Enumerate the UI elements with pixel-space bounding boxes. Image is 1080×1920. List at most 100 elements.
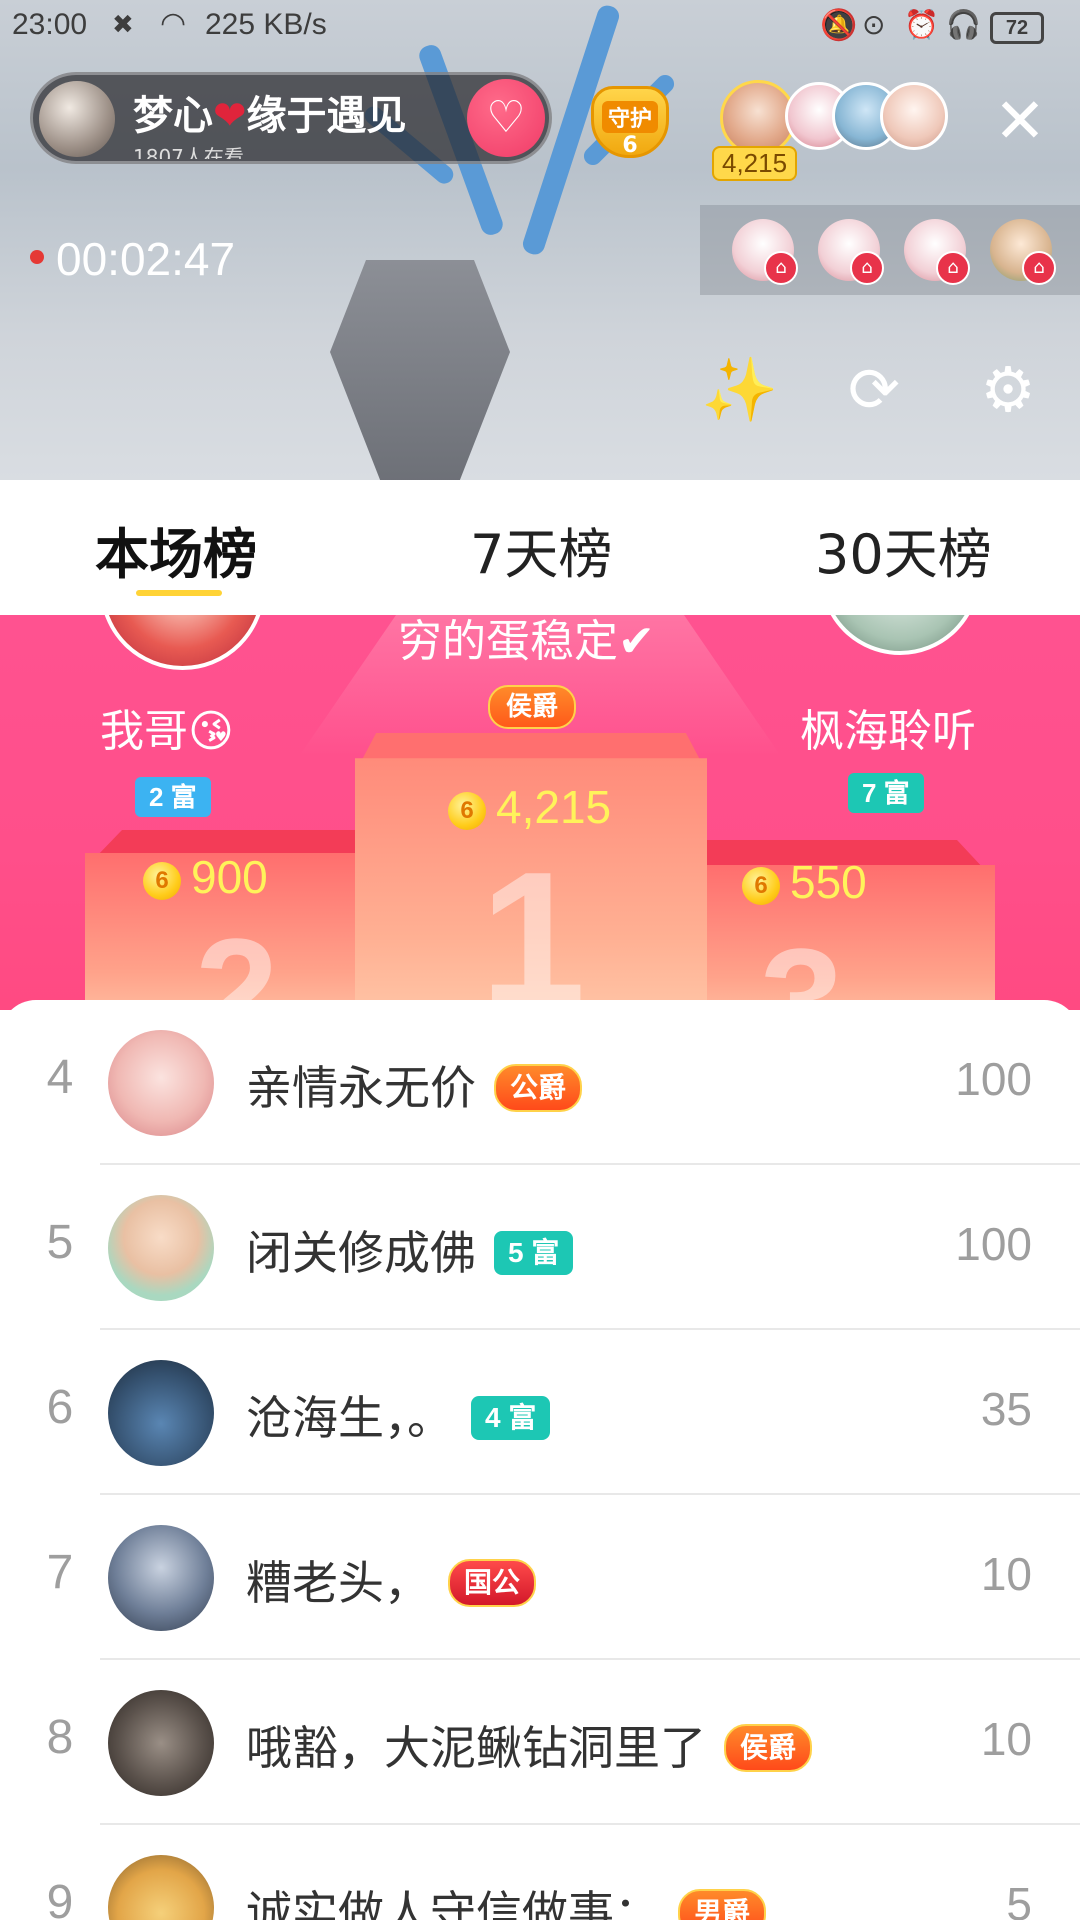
viewer-count: 1807人在看 <box>133 145 244 159</box>
coin-icon: 6 <box>742 866 780 905</box>
list-item[interactable]: 6 沧海生，。 4 富 35 <box>0 1330 1080 1495</box>
first-place-name[interactable]: 穷的蛋稳定✔ <box>398 615 655 669</box>
live-timer-text: 00:02:47 <box>56 233 236 285</box>
follow-button[interactable]: ♡ <box>467 79 545 157</box>
user-avatar[interactable] <box>108 1855 214 1920</box>
second-score-value: 900 <box>191 851 268 903</box>
tab-30-days[interactable]: 30天榜 <box>815 510 992 589</box>
tab-current[interactable]: 本场榜 <box>95 510 257 589</box>
heart-plus-icon: ♡ <box>486 92 526 143</box>
user-avatar[interactable] <box>108 1525 214 1631</box>
list-item[interactable]: 8 哦豁，大泥鳅钻洞里了 侯爵 10 <box>0 1660 1080 1825</box>
mic-seat[interactable]: ⌂ <box>818 219 884 285</box>
noble-badge: 男爵 <box>678 1888 767 1920</box>
host-name-left: 梦心 <box>133 93 213 139</box>
third-place-score: 6 550 <box>742 855 867 909</box>
place-number: 2 <box>195 907 279 1010</box>
user-avatar[interactable] <box>108 1030 214 1136</box>
close-icon[interactable]: ✕ <box>990 90 1050 152</box>
list-item[interactable]: 9 诚实做人守信做事： 男爵 5 <box>0 1825 1080 1920</box>
user-score: 100 <box>955 1218 1032 1270</box>
guard-label: 守护 <box>602 101 658 133</box>
mic-seat[interactable]: ⌂ <box>904 219 970 285</box>
coin-icon: 6 <box>448 791 486 830</box>
settings-gear-icon[interactable]: ⚙ <box>968 350 1048 430</box>
first-place-title-badge: 侯爵 <box>488 685 577 729</box>
ranking-tabs: 本场榜 7天榜 30天榜 <box>0 480 1080 617</box>
rich-badge: 5 富 <box>494 1230 574 1275</box>
user-name-text: 糟老头， <box>246 1556 430 1610</box>
user-name-text: 闭关修成佛 <box>246 1226 476 1280</box>
place-number: 1 <box>480 833 586 1010</box>
battery-icon: 72 <box>990 12 1044 44</box>
guard-count: 6 <box>622 133 638 158</box>
user-score: 10 <box>980 1548 1032 1600</box>
sofa-icon: ⌂ <box>850 251 884 285</box>
rank-number: 9 <box>46 1876 74 1920</box>
list-item[interactable]: 4 亲情永无价 公爵 100 <box>0 1000 1080 1165</box>
user-score: 5 <box>1006 1878 1032 1920</box>
tab-7-days[interactable]: 7天榜 <box>470 510 612 589</box>
wifi-icon: ◠ <box>160 6 187 41</box>
notification-icon: ✖ <box>112 10 134 40</box>
lock-icon: ⊙ <box>862 8 886 41</box>
noble-badge: 国公 <box>448 1558 537 1607</box>
first-score-value: 4,215 <box>496 781 612 833</box>
host-info-pill[interactable]: 梦心❤缘于遇见 1807人在看 ♡ <box>30 72 552 164</box>
rich-badge: 4 富 <box>471 1395 551 1440</box>
sofa-icon: ⌂ <box>936 251 970 285</box>
rank-number: 4 <box>46 1051 74 1104</box>
user-name: 闭关修成佛 5 富 <box>246 1217 574 1283</box>
live-video-area[interactable]: 23:00 ✖ ◠ 225 KB/s 🔕 ⊙ ⏰ 🎧 72 梦心❤缘于遇见 18… <box>0 0 1080 480</box>
mic-seats: ⌂ ⌂ ⌂ ⌂ <box>700 205 1080 295</box>
user-name-text: 沧海生，。 <box>246 1391 453 1445</box>
second-place-name[interactable]: 我哥😘 <box>100 695 234 759</box>
third-score-value: 550 <box>790 856 867 908</box>
user-name-text: 亲情永无价 <box>246 1061 476 1115</box>
guard-badge[interactable]: 守护 6 <box>585 80 675 164</box>
live-timer: 00:02:47 <box>30 232 235 286</box>
alarm-icon: ⏰ <box>904 8 939 41</box>
noble-badge: 侯爵 <box>724 1723 813 1772</box>
user-score: 100 <box>955 1053 1032 1105</box>
noble-badge: 公爵 <box>494 1063 583 1112</box>
host-name: 梦心❤缘于遇见 <box>133 83 407 141</box>
user-name: 沧海生，。 4 富 <box>246 1382 551 1448</box>
audience-avatar[interactable] <box>880 82 948 150</box>
switch-camera-icon[interactable]: ⟳ <box>834 350 914 430</box>
rank-number: 5 <box>46 1216 74 1269</box>
user-avatar[interactable] <box>108 1195 214 1301</box>
deer-head <box>330 260 510 480</box>
guard-shield-icon: 守护 6 <box>591 86 669 158</box>
top-three-podium: 穷的蛋稳定✔ 侯爵 1 2 3 我哥😘 2 富 枫海聆听 7 富 6 4,215 … <box>0 615 1080 1010</box>
sofa-icon: ⌂ <box>1022 251 1056 285</box>
second-place-rich-badge: 2 富 <box>135 777 211 817</box>
third-place-name[interactable]: 枫海聆听 <box>800 695 976 759</box>
status-time: 23:00 <box>12 8 88 41</box>
list-item[interactable]: 5 闭关修成佛 5 富 100 <box>0 1165 1080 1330</box>
tab-indicator <box>136 590 222 596</box>
coin-icon: 6 <box>143 861 181 900</box>
status-bar: 23:00 ✖ ◠ 225 KB/s 🔕 ⊙ ⏰ 🎧 72 <box>0 0 1080 52</box>
audience-count[interactable]: 4,215 <box>712 146 798 181</box>
list-item[interactable]: 7 糟老头， 国公 10 <box>0 1495 1080 1660</box>
recording-dot-icon <box>30 249 44 264</box>
third-place-rich-badge: 7 富 <box>848 773 924 813</box>
second-place-score: 6 900 <box>143 850 268 904</box>
mic-seat[interactable]: ⌂ <box>732 219 798 285</box>
place-number: 3 <box>760 917 844 1010</box>
rank-number: 7 <box>46 1546 74 1599</box>
user-avatar[interactable] <box>108 1360 214 1466</box>
user-name: 诚实做人守信做事： 男爵 <box>246 1877 767 1920</box>
mic-seat[interactable]: ⌂ <box>990 219 1056 285</box>
user-name: 哦豁，大泥鳅钻洞里了 侯爵 <box>246 1712 813 1778</box>
ranking-list[interactable]: 4 亲情永无价 公爵 100 5 闭关修成佛 5 富 100 6 沧海生，。 4 富 … <box>0 1000 1080 1920</box>
third-place-avatar[interactable] <box>820 615 980 655</box>
host-avatar[interactable] <box>39 81 115 157</box>
user-avatar[interactable] <box>108 1690 214 1796</box>
host-name-right: 缘于遇见 <box>246 93 407 139</box>
second-place-avatar[interactable] <box>100 615 265 670</box>
beauty-wand-icon[interactable]: ✨ <box>700 350 780 430</box>
user-name-text: 哦豁，大泥鳅钻洞里了 <box>246 1721 706 1775</box>
user-name-text: 诚实做人守信做事： <box>246 1886 660 1920</box>
